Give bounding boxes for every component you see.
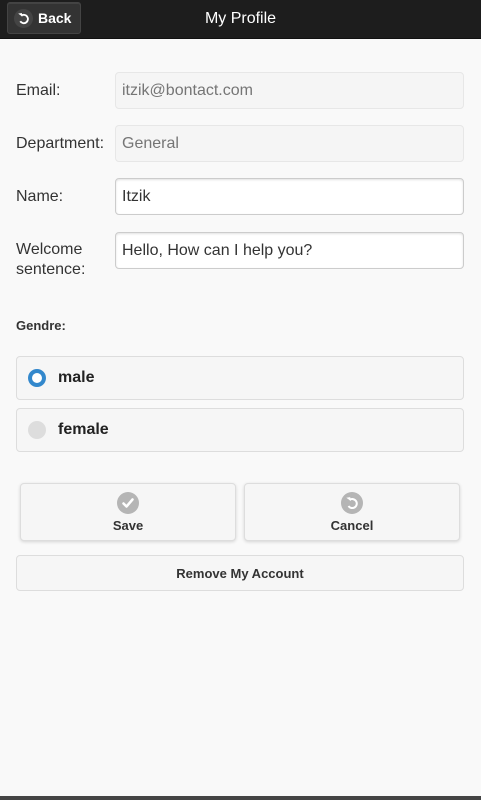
gender-option-label: male: [58, 369, 95, 386]
bottom-edge: [0, 796, 481, 800]
department-row: Department:: [16, 125, 464, 162]
email-field[interactable]: [115, 72, 464, 109]
save-button-label: Save: [112, 517, 144, 533]
check-icon: [117, 491, 139, 514]
header-bar: Back My Profile: [0, 0, 481, 39]
email-label: Email:: [16, 82, 61, 99]
department-field[interactable]: [115, 125, 464, 162]
back-button-label: Back: [38, 10, 72, 26]
back-button[interactable]: Back: [7, 2, 81, 34]
gender-option-label: female: [58, 421, 109, 438]
gender-label: Gendre:: [16, 318, 66, 333]
name-field[interactable]: [115, 178, 464, 215]
name-row: Name:: [16, 178, 464, 215]
welcome-label-line2: sentence:: [16, 261, 86, 278]
undo-arrow-icon: [14, 8, 33, 28]
undo-arrow-icon: [341, 491, 363, 514]
department-label: Department:: [16, 135, 105, 152]
welcome-row: Welcome sentence:: [16, 232, 464, 282]
radio-unchecked-icon: [28, 421, 46, 439]
cancel-button[interactable]: Cancel: [244, 483, 460, 541]
cancel-button-label: Cancel: [330, 517, 374, 533]
gender-option-male[interactable]: male: [16, 356, 464, 400]
welcome-sentence-field[interactable]: [115, 232, 464, 269]
welcome-label: Welcome sentence:: [16, 240, 85, 280]
remove-account-label: Remove My Account: [176, 565, 304, 581]
radio-checked-icon: [28, 369, 46, 387]
welcome-label-line1: Welcome: [16, 241, 83, 258]
name-label: Name:: [16, 188, 64, 205]
gender-option-female[interactable]: female: [16, 408, 464, 452]
email-row: Email:: [16, 72, 464, 109]
save-button[interactable]: Save: [20, 483, 236, 541]
remove-account-button[interactable]: Remove My Account: [16, 555, 464, 591]
